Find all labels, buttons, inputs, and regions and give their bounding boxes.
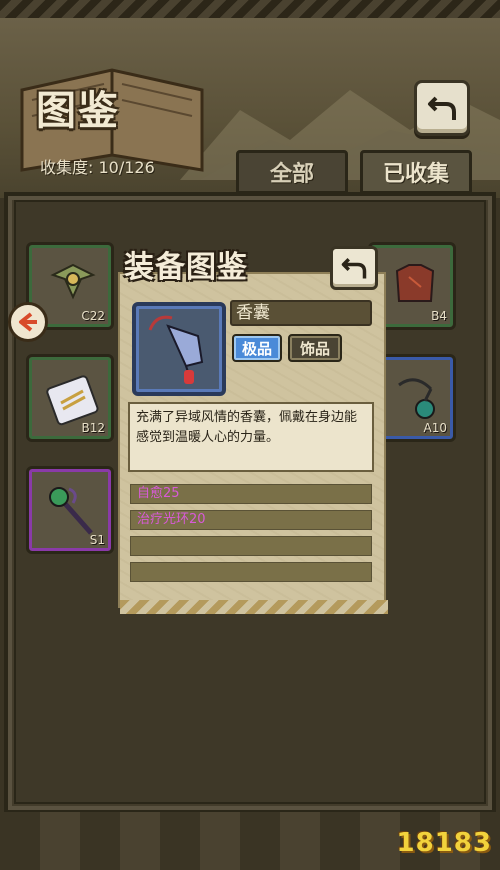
item-name: 香囊	[230, 300, 372, 326]
collection-progress: 收集度: 10/126	[40, 154, 155, 178]
item-icon-frame	[132, 302, 226, 396]
popup-close-button[interactable]	[330, 246, 378, 290]
tab-all[interactable]: 全部	[236, 150, 348, 194]
back-button[interactable]	[414, 80, 470, 136]
staff-icon	[49, 487, 93, 535]
collection-count: 10/126	[98, 158, 155, 177]
previous-page-button[interactable]	[8, 302, 48, 342]
return-arrow-icon	[428, 96, 456, 120]
item-code: A10	[423, 421, 447, 435]
item-type-badge: 饰品	[288, 334, 342, 362]
collection-label: 收集度:	[40, 158, 94, 177]
item-grade-badge: 极品	[232, 334, 282, 362]
arrow-left-icon	[19, 312, 37, 332]
page-title: 图鉴	[36, 88, 120, 134]
game-screen: 图鉴 收集度: 10/126 全部 已收集 C22 B12 S1 B4 A10 …	[0, 0, 500, 870]
item-slot-b12[interactable]: B12	[26, 354, 114, 442]
item-code: C22	[81, 309, 105, 323]
item-code: B4	[431, 309, 447, 323]
stat-row	[130, 536, 372, 556]
plate-icon	[46, 375, 99, 426]
item-code: B12	[81, 421, 105, 435]
stat-row	[130, 562, 372, 582]
tab-collected[interactable]: 已收集	[360, 150, 472, 194]
stat-row: 治疗光环20	[130, 510, 372, 530]
ornament-icon	[50, 263, 96, 300]
popup-torn-edge	[120, 600, 388, 614]
item-description: 充满了异域风情的香囊，佩戴在身边能感觉到温暖人心的力量。	[128, 402, 374, 472]
equipment-detail-popup: 装备图鉴 香囊 极品 饰品 充满了异域风情的香囊，佩戴在身边能感觉到温暖人心的力…	[118, 236, 388, 614]
sachet-icon	[148, 315, 204, 384]
site-watermark-logo: 18183	[396, 828, 492, 858]
return-arrow-icon	[341, 258, 367, 279]
stat-row: 自愈25	[130, 484, 372, 504]
item-slot-s1[interactable]: S1	[26, 466, 114, 554]
item-code: S1	[89, 533, 105, 547]
armor-icon	[395, 264, 435, 302]
popup-title: 装备图鉴	[124, 250, 248, 285]
amulet-icon	[398, 378, 435, 419]
